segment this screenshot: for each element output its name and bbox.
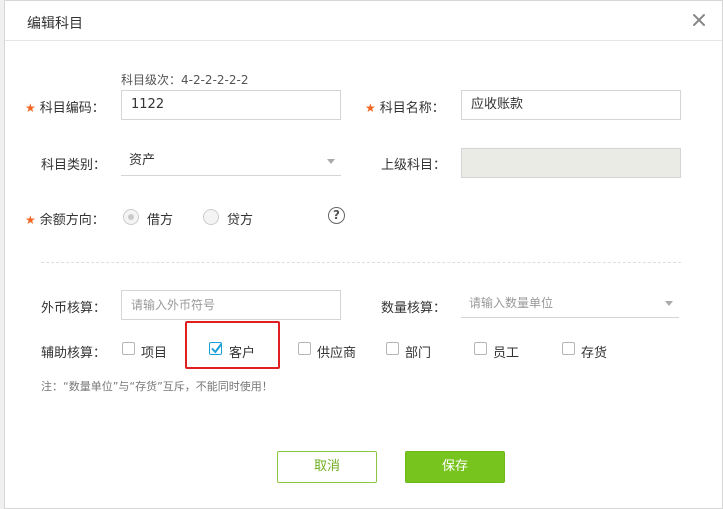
- debit-radio[interactable]: [123, 209, 139, 225]
- project-checkbox[interactable]: [122, 342, 135, 355]
- currency-label: 外币核算：: [41, 301, 107, 316]
- cancel-button[interactable]: 取消: [277, 451, 377, 483]
- department-checkbox[interactable]: [386, 342, 399, 355]
- chevron-down-icon: [327, 159, 335, 164]
- quantity-unit-select[interactable]: 请输入数量单位: [461, 288, 679, 318]
- account-level-hint: 科目级次：4-2-2-2-2-2: [121, 73, 249, 87]
- dialog-title: 编辑科目: [27, 16, 83, 32]
- account-code-input[interactable]: 1122: [121, 90, 341, 120]
- account-category-label: 科目类别：: [41, 158, 107, 173]
- close-icon[interactable]: [690, 11, 708, 29]
- supplier-checkbox[interactable]: [298, 342, 311, 355]
- edit-account-dialog: 编辑科目 科目级次：4-2-2-2-2-2 ★ 科目编码： 1122 ★ 科目名称：…: [4, 0, 723, 509]
- account-name-input[interactable]: 应收账款: [461, 90, 681, 120]
- inventory-checkbox-label: 存货: [581, 346, 608, 361]
- auxiliary-label: 辅助核算：: [41, 346, 107, 361]
- employee-checkbox-label: 员工: [493, 346, 520, 361]
- employee-checkbox[interactable]: [474, 342, 487, 355]
- account-name-label: ★ 科目名称：: [365, 101, 445, 116]
- required-star-icon: ★: [365, 101, 376, 115]
- account-category-value: 资产: [129, 153, 156, 168]
- save-button[interactable]: 保存: [405, 451, 505, 483]
- supplier-checkbox-label: 供应商: [317, 346, 357, 361]
- quantity-label: 数量核算：: [381, 301, 447, 316]
- department-checkbox-label: 部门: [405, 346, 432, 361]
- mutual-exclusion-note: 注：“数量单位”与“存货”互斥，不能同时使用！: [41, 380, 273, 393]
- customer-highlight-box: [185, 321, 280, 369]
- section-divider: [41, 262, 681, 263]
- debit-radio-label: 借方: [147, 213, 174, 228]
- credit-radio-label: 贷方: [227, 213, 254, 228]
- project-checkbox-label: 项目: [141, 346, 168, 361]
- balance-direction-label: ★ 余额方向：: [25, 213, 105, 228]
- credit-radio[interactable]: [203, 209, 219, 225]
- required-star-icon: ★: [25, 213, 36, 227]
- currency-input[interactable]: 请输入外币符号: [121, 290, 341, 320]
- question-circle-icon[interactable]: ?: [328, 207, 345, 224]
- chevron-down-icon: [665, 301, 673, 306]
- dialog-header: 编辑科目: [5, 1, 722, 41]
- required-star-icon: ★: [25, 101, 36, 115]
- parent-account-label: 上级科目：: [381, 158, 447, 173]
- parent-account-input: [461, 148, 681, 178]
- account-category-select[interactable]: 资产: [121, 146, 341, 176]
- quantity-unit-placeholder: 请输入数量单位: [469, 296, 554, 310]
- inventory-checkbox[interactable]: [562, 342, 575, 355]
- account-code-label: ★ 科目编码：: [25, 101, 105, 116]
